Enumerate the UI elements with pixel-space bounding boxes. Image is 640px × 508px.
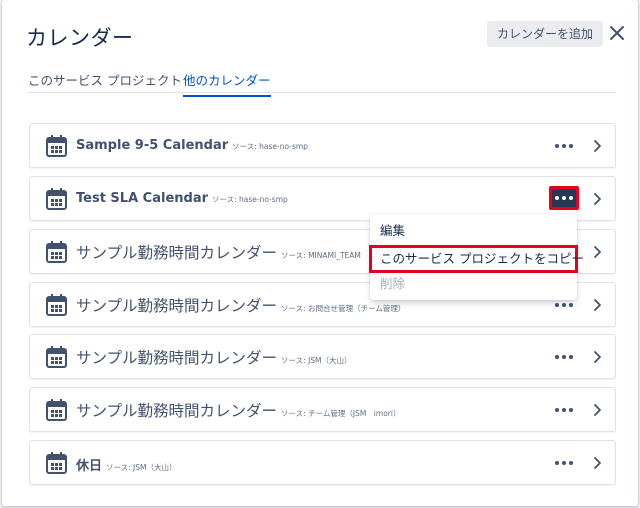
more-actions-button[interactable] xyxy=(552,401,576,419)
tab-list: このサービス プロジェクト 他のカレンダー xyxy=(28,64,616,97)
calendar-source: ソース: hase-no-smp xyxy=(212,195,288,204)
calendar-row[interactable]: 休日 ソース: JSM（大山） xyxy=(29,440,616,485)
chevron-right-icon[interactable] xyxy=(593,191,603,207)
calendar-name: 休日 xyxy=(76,459,103,474)
chevron-right-icon[interactable] xyxy=(593,402,603,418)
row-actions-menu: 編集 このサービス プロジェクトをコピー 削除 xyxy=(369,214,584,300)
calendar-name: Sample 9-5 Calendar xyxy=(76,138,229,153)
menu-item-delete: 削除 xyxy=(380,276,406,291)
more-icon xyxy=(555,144,573,148)
chevron-right-icon[interactable] xyxy=(593,455,603,471)
more-actions-button[interactable] xyxy=(552,137,576,155)
close-icon xyxy=(610,26,624,40)
calendar-source: ソース: MINAMI_TEAM xyxy=(281,251,361,260)
calendar-name: サンプル勤務時間カレンダー xyxy=(76,244,278,262)
chevron-right-icon[interactable] xyxy=(593,297,603,313)
more-icon xyxy=(555,461,573,465)
calendar-source: ソース: チーム管理（JSM imori） xyxy=(281,409,401,418)
calendar-name: Test SLA Calendar xyxy=(76,191,208,206)
more-icon xyxy=(555,196,573,200)
calendar-icon xyxy=(46,188,67,210)
more-icon xyxy=(555,408,573,412)
chevron-right-icon[interactable] xyxy=(593,349,603,365)
tab-other-calendars[interactable]: 他のカレンダー xyxy=(183,70,271,97)
menu-item-edit[interactable]: 編集 xyxy=(370,220,577,242)
dialog-title: カレンダー xyxy=(26,26,134,50)
calendar-row[interactable]: サンプル勤務時間カレンダー ソース: JSM（大山） xyxy=(29,334,616,379)
calendar-name: サンプル勤務時間カレンダー xyxy=(76,349,278,367)
calendar-icon xyxy=(46,241,67,263)
calendar-source: ソース: お問合せ管理（チーム管理） xyxy=(281,304,406,313)
calendar-icon xyxy=(46,135,67,157)
calendar-source: ソース: hase-no-smp xyxy=(232,142,308,151)
menu-item-copy[interactable]: このサービス プロジェクトをコピー xyxy=(369,245,584,273)
chevron-right-icon[interactable] xyxy=(593,244,603,260)
calendar-icon xyxy=(46,294,67,316)
calendar-source: ソース: JSM（大山） xyxy=(281,356,352,365)
tab-this-project[interactable]: このサービス プロジェクト xyxy=(28,70,182,95)
calendar-dialog: カレンダー カレンダーを追加 このサービス プロジェクト 他のカレンダー Sam… xyxy=(2,0,638,506)
chevron-right-icon[interactable] xyxy=(593,138,603,154)
more-actions-button[interactable] xyxy=(552,454,576,472)
more-icon xyxy=(555,355,573,359)
calendar-row[interactable]: サンプル勤務時間カレンダー ソース: チーム管理（JSM imori） xyxy=(29,387,616,432)
add-calendar-button[interactable]: カレンダーを追加 xyxy=(487,21,604,47)
calendar-icon xyxy=(46,399,67,421)
close-button[interactable] xyxy=(606,22,628,44)
calendar-name: サンプル勤務時間カレンダー xyxy=(76,297,278,315)
calendar-icon xyxy=(46,346,67,368)
more-actions-button-active[interactable] xyxy=(549,186,579,210)
calendar-name: サンプル勤務時間カレンダー xyxy=(76,402,278,420)
calendar-icon xyxy=(46,452,67,474)
more-actions-button[interactable] xyxy=(552,348,576,366)
calendar-source: ソース: JSM（大山） xyxy=(106,463,177,472)
calendar-row[interactable]: Sample 9-5 Calendar ソース: hase-no-smp xyxy=(29,123,616,168)
